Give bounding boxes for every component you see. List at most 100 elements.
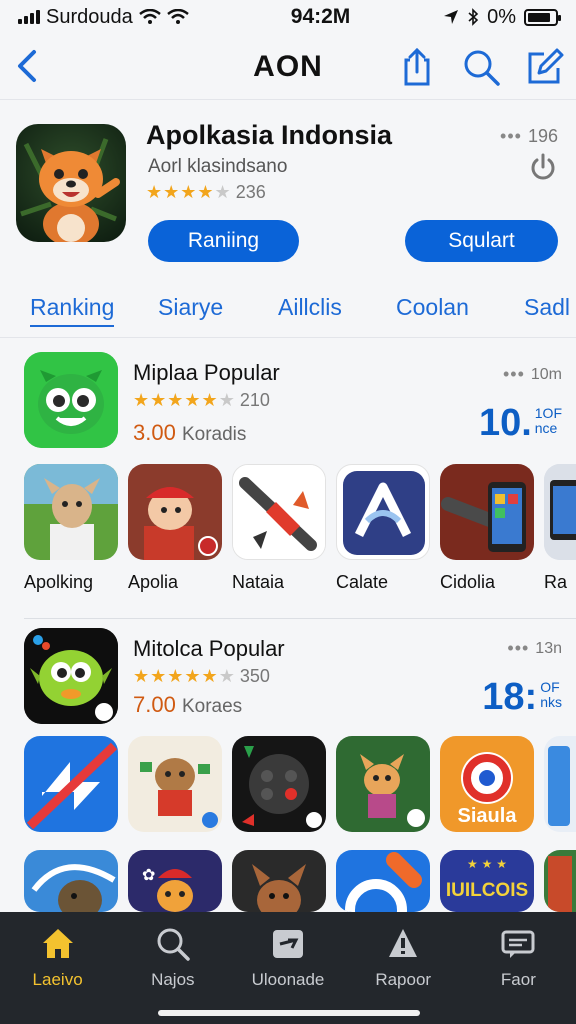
app-thumb-image xyxy=(232,736,326,832)
app-thumb-image xyxy=(440,464,534,560)
ranking-button[interactable]: Raniing xyxy=(148,220,299,262)
section-app-icon[interactable] xyxy=(24,628,118,724)
app-thumb-image xyxy=(128,736,222,832)
tabbar-label: Faor xyxy=(500,970,536,989)
updates-icon xyxy=(273,930,303,958)
home-icon xyxy=(42,929,73,958)
app-card[interactable]: Apolia xyxy=(128,464,222,593)
app-card[interactable] xyxy=(232,736,326,832)
chevron-left-icon xyxy=(18,50,36,82)
price-unit: Koraes xyxy=(181,696,243,717)
app-card-label: Apolia xyxy=(128,572,179,592)
rating-count: 350 xyxy=(239,666,270,686)
app-thumb-image xyxy=(336,736,430,832)
more-icon[interactable]: ••• xyxy=(503,364,525,385)
app-card-label: Cidolia xyxy=(440,572,496,592)
back-button[interactable] xyxy=(8,46,48,86)
status-bar: Surdouda 94:2M 0% xyxy=(0,0,576,34)
power-button[interactable] xyxy=(528,152,558,182)
app-card[interactable] xyxy=(24,850,118,912)
app-thumb-image: ✿ xyxy=(128,850,222,912)
app-card[interactable]: IUILCOIS ★ ★ ★ xyxy=(440,850,534,912)
featured-app-name: Apolkasia Indonsia xyxy=(146,120,393,150)
tabbar-label: Laeivo xyxy=(32,970,83,989)
tab-aillclis[interactable]: Aillclis xyxy=(278,294,342,321)
big-value-top: OF xyxy=(540,679,560,695)
more-icon[interactable]: ••• xyxy=(500,126,522,147)
search-icon xyxy=(464,50,500,86)
section-duration: ••• 10m xyxy=(503,364,562,385)
app-grid-row-1: Siaula xyxy=(24,736,576,832)
app-thumb-image xyxy=(24,736,118,832)
section-app-icon[interactable] xyxy=(24,352,118,448)
tabbar-item-updates[interactable]: Uloonade xyxy=(230,912,345,1024)
section-title: Mitolca Popular xyxy=(133,636,285,661)
rating-stars: ★★★★★★ xyxy=(133,390,236,410)
rating-stars: ★★★★★ xyxy=(146,182,232,202)
tab-coolan[interactable]: Coolan xyxy=(396,294,469,321)
carrier-label: Surdouda xyxy=(46,5,133,28)
share-icon xyxy=(404,47,430,86)
featured-app: Apolkasia Indonsia Aorl klasindsano ★★★★… xyxy=(0,112,576,272)
app-card[interactable]: ✿ xyxy=(128,850,222,912)
tab-ranking[interactable]: Ranking xyxy=(30,294,115,327)
share-button[interactable] xyxy=(396,46,438,88)
category-tabs: Ranking Siarye Aillclis Coolan Sadl xyxy=(0,286,576,338)
app-card[interactable] xyxy=(336,736,430,832)
app-thumb-image: IUILCOIS ★ ★ ★ xyxy=(440,850,534,912)
app-card[interactable] xyxy=(336,850,430,912)
search-button[interactable] xyxy=(460,46,502,88)
tabbar-item-faor[interactable]: Faor xyxy=(461,912,576,1024)
tab-siarye[interactable]: Siarye xyxy=(158,294,223,321)
big-value: 18: xyxy=(482,676,538,718)
app-thumb-image xyxy=(128,464,222,560)
tabbar-item-report[interactable]: Rapoor xyxy=(346,912,461,1024)
power-icon xyxy=(531,153,555,180)
section-rating: ★★★★★★ 350 xyxy=(133,666,270,687)
signal-icon xyxy=(18,10,40,24)
app-card[interactable]: Ra xyxy=(544,464,576,593)
app-card[interactable] xyxy=(24,736,118,832)
app-card[interactable]: Siaula xyxy=(440,736,534,832)
app-card[interactable] xyxy=(544,736,576,832)
tabbar-label: Uloonade xyxy=(251,970,325,989)
tabbar-item-home[interactable]: Laeivo xyxy=(0,912,115,1024)
featured-app-icon[interactable] xyxy=(16,124,126,242)
bottom-tab-bar: Laeivo Najos Uloonade Rapoor Faor xyxy=(0,912,576,1024)
big-value-top: 1OF xyxy=(534,405,562,421)
secondary-button[interactable]: Squlart xyxy=(405,220,558,262)
section-price: 7.00 Koraes xyxy=(133,692,242,718)
section-popular-2: Mitolca Popular ★★★★★★ 350 7.00 Koraes •… xyxy=(0,616,576,912)
section-big-value: 18: OF nks xyxy=(482,676,562,719)
more-icon[interactable]: ••• xyxy=(507,638,529,659)
tabbar-label: Najos xyxy=(151,970,195,989)
wifi-icon xyxy=(138,9,161,24)
featured-meta-value: 196 xyxy=(527,126,558,146)
app-card-label: Ra xyxy=(544,572,568,592)
app-card[interactable] xyxy=(128,736,222,832)
tile-text-2: IUILCOIS xyxy=(446,880,528,901)
app-thumb-image xyxy=(24,464,118,560)
app-thumb-image xyxy=(336,850,430,912)
section-rating: ★★★★★★ 210 xyxy=(133,390,270,411)
rating-stars: ★★★★★★ xyxy=(133,666,236,686)
section-duration: ••• 13n xyxy=(507,638,562,659)
section-title: Miplaa Popular xyxy=(133,360,280,385)
app-card-label: Apolking xyxy=(24,572,94,592)
section-popular-1: Miplaa Popular ★★★★★★ 210 3.00 Koradis •… xyxy=(0,340,576,620)
app-card-label: Calate xyxy=(336,572,389,592)
app-card[interactable]: Cidolia xyxy=(440,464,534,593)
section-price: 3.00 Koradis xyxy=(133,420,246,446)
app-card[interactable]: Apolking xyxy=(24,464,118,593)
app-card[interactable] xyxy=(232,850,326,912)
tabbar-item-search[interactable]: Najos xyxy=(115,912,230,1024)
price-value: 7.00 xyxy=(133,692,176,717)
tabbar-label: Rapoor xyxy=(375,970,432,989)
svg-text:★ ★ ★: ★ ★ ★ xyxy=(467,857,507,871)
compose-button[interactable] xyxy=(524,46,566,88)
duration-value: 10m xyxy=(530,365,562,383)
tab-sadl[interactable]: Sadl xyxy=(524,294,570,321)
app-card[interactable]: Nataia xyxy=(232,464,326,593)
app-card[interactable] xyxy=(544,850,576,912)
app-card[interactable]: Calate xyxy=(336,464,430,593)
